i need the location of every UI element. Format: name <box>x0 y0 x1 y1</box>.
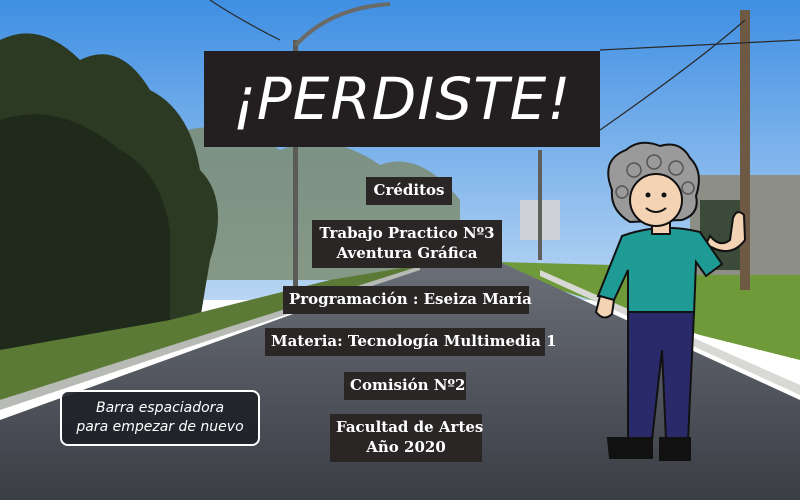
teal-shirt <box>596 226 724 315</box>
assignment-line-1: Trabajo Practico Nº3 <box>319 224 495 242</box>
credits-heading: Créditos <box>366 177 452 205</box>
right-shoe <box>659 437 691 461</box>
commission-credit: Comisión Nº2 <box>344 372 466 400</box>
restart-hint-box: Barra espaciadora para empezar de nuevo <box>60 390 260 446</box>
restart-hint-line-2: para empezar de nuevo <box>76 419 244 435</box>
waving-hand <box>704 211 747 252</box>
game-over-title: ¡PERDISTE! <box>204 51 600 147</box>
faculty-line-2: Año 2020 <box>366 438 446 456</box>
assignment-credit: Trabajo Practico Nº3 Aventura Gráfica <box>312 220 502 268</box>
programming-credit: Programación : Eseiza María <box>283 286 532 314</box>
left-shoe <box>606 437 653 459</box>
credits-heading-text: Créditos <box>373 181 445 199</box>
assignment-line-2: Aventura Gráfica <box>336 244 478 262</box>
faculty-line-1: Facultad de Artes <box>336 418 484 436</box>
navy-pants <box>627 311 696 441</box>
restart-hint-line-1: Barra espaciadora <box>95 400 225 416</box>
title-text: ¡PERDISTE! <box>232 65 572 133</box>
subject-credit: Materia: Tecnología Multimedia 1 <box>265 328 557 356</box>
commission-text: Comisión Nº2 <box>350 376 466 394</box>
face <box>629 173 683 227</box>
subject-text: Materia: Tecnología Multimedia 1 <box>271 332 557 350</box>
programming-text: Programación : Eseiza María <box>289 290 532 308</box>
faculty-credit: Facultad de Artes Año 2020 <box>330 414 484 462</box>
